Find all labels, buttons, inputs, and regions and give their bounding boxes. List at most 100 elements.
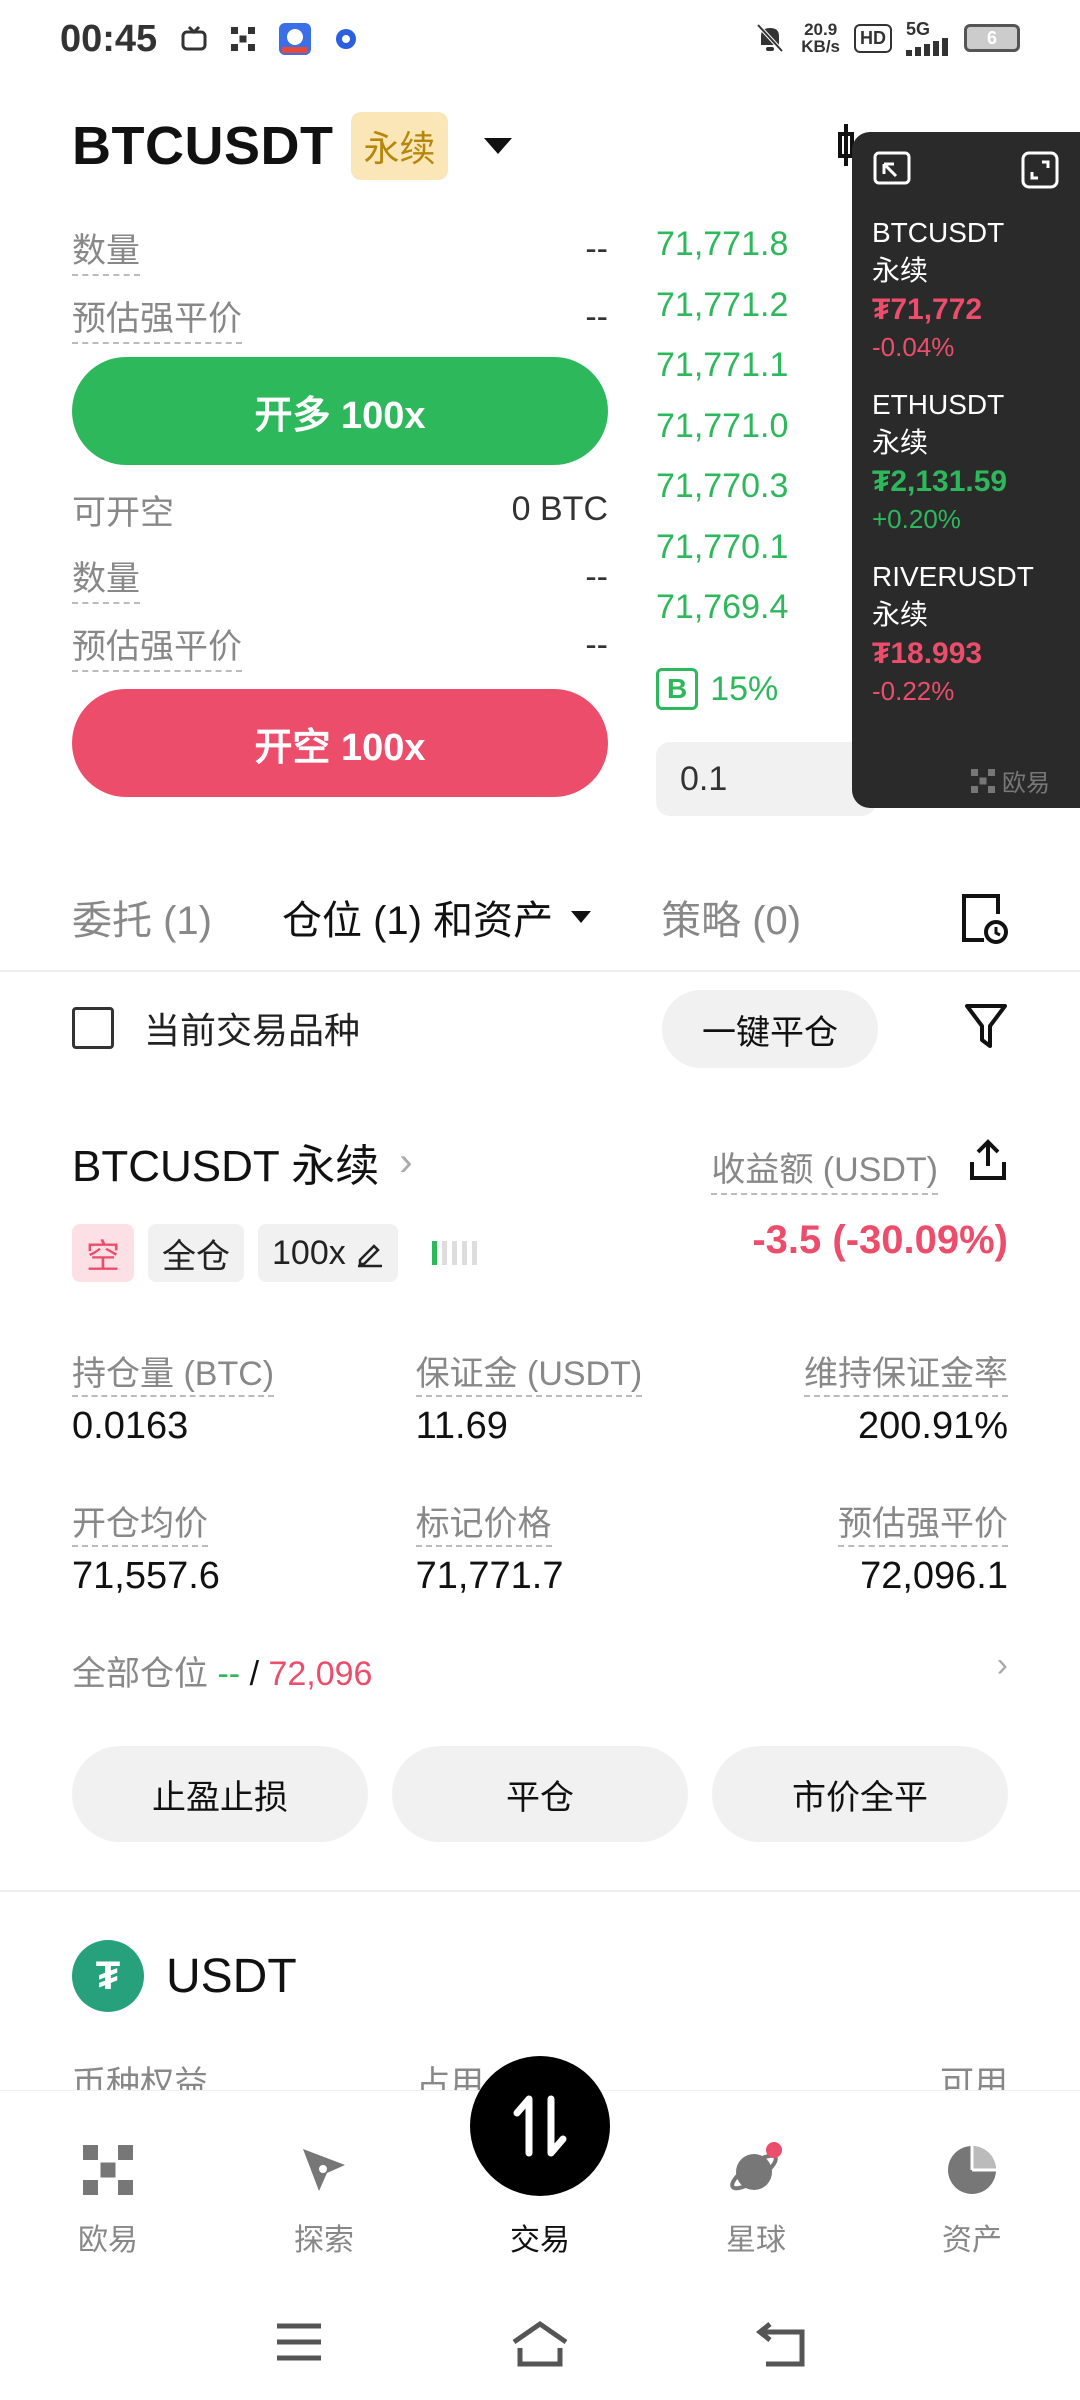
- all-positions-tpsl-row[interactable]: 全部仓位 -- / 72,096 ›: [72, 1646, 1008, 1695]
- watchlist-brand: 欧易: [970, 763, 1050, 798]
- pnl-value: -3.5 (-30.09%): [752, 1218, 1008, 1262]
- watchlist-item[interactable]: RIVERUSDT 永续 ₮18.993 -0.22%: [872, 558, 1060, 708]
- orderbook-price[interactable]: 71,771.1: [656, 346, 856, 407]
- status-system-icons: 20.9 KB/s HD 5G 6: [753, 20, 1020, 56]
- orderbook: 71,771.8 71,771.2 71,771.1 71,771.0 71,7…: [656, 225, 856, 649]
- asset-name: USDT: [166, 1949, 297, 2003]
- qty-label: 数量: [72, 551, 140, 604]
- contract-type-badge: 永续: [351, 112, 448, 180]
- tab-strategies[interactable]: 策略 (0): [661, 888, 801, 946]
- available-short-row: 可开空 0 BTC: [72, 475, 608, 543]
- adl-indicator: [431, 1241, 477, 1265]
- watchlist-item[interactable]: ETHUSDT 永续 ₮2,131.59 +0.20%: [872, 386, 1060, 536]
- qty-value: --: [585, 557, 608, 596]
- current-instrument-checkbox[interactable]: [72, 1007, 114, 1049]
- long-liq-row: 预估强平价 --: [72, 283, 608, 351]
- signal-icon: 5G: [906, 20, 950, 56]
- orderbook-price[interactable]: 71,769.4: [656, 588, 856, 649]
- margin-mode-tag[interactable]: 全仓: [148, 1224, 244, 1282]
- tab-positions[interactable]: 仓位 (1) 和资产: [282, 888, 592, 946]
- available-short-value: 0 BTC: [511, 489, 608, 528]
- divider: [0, 1890, 1080, 1892]
- trade-center-button[interactable]: [470, 2056, 610, 2196]
- tv-icon: [181, 25, 207, 51]
- orderbook-price[interactable]: 71,770.1: [656, 528, 856, 589]
- open-long-button[interactable]: 开多 100x: [72, 357, 608, 465]
- system-nav-bar: [0, 2290, 1080, 2400]
- stat-maintenance-margin-ratio: 维持保证金率 200.91%: [804, 1355, 1008, 1447]
- pair-selector[interactable]: BTCUSDT 永续: [72, 112, 512, 180]
- okx-notify-icon: [231, 27, 255, 51]
- orderbook-price[interactable]: 71,771.8: [656, 225, 856, 286]
- liq-price-value: --: [585, 625, 608, 664]
- chevron-down-icon: [483, 138, 512, 154]
- close-all-button[interactable]: 一键平仓: [662, 990, 878, 1068]
- edit-icon: [357, 1244, 382, 1268]
- tab-positions-label: 仓位 (1) 和资产: [282, 899, 554, 943]
- stat-row: 开仓均价 71,557.6 标记价格 71,771.7 预估强平价 72,096…: [72, 1496, 1008, 1598]
- close-position-button[interactable]: 平仓: [392, 1746, 688, 1842]
- pair-name: BTCUSDT: [72, 116, 334, 176]
- app-notify-icon: [279, 23, 311, 55]
- status-time: 00:45: [60, 18, 158, 60]
- positions-tabs: 委托 (1) 仓位 (1) 和资产 策略 (0): [72, 880, 1008, 954]
- liq-price-label: 预估强平价: [72, 291, 242, 344]
- side-tag: 空: [72, 1224, 134, 1282]
- exit-float-icon[interactable]: [872, 150, 912, 190]
- status-notification-icons: [180, 22, 358, 56]
- short-qty-row: 数量 --: [72, 543, 608, 611]
- orderbook-price[interactable]: 71,771.0: [656, 407, 856, 468]
- nav-planet[interactable]: 星球: [686, 2125, 826, 2259]
- swap-arrows-icon: [513, 2095, 567, 2157]
- expand-window-icon[interactable]: [1020, 150, 1060, 190]
- okx-logo-icon: [971, 768, 995, 793]
- leverage-tag[interactable]: 100x: [258, 1224, 398, 1282]
- buy-badge: B: [656, 668, 699, 710]
- usdt-logo-icon: ₮: [72, 1940, 144, 2012]
- watchlist-item[interactable]: BTCUSDT 永续 ₮71,772 -0.04%: [872, 214, 1060, 364]
- menu-icon[interactable]: [274, 2320, 324, 2364]
- asset-header: ₮ USDT: [72, 1940, 297, 2012]
- market-close-all-button[interactable]: 市价全平: [712, 1746, 1008, 1842]
- available-short-label: 可开空: [72, 493, 174, 532]
- pnl-label: 收益额 (USDT): [711, 1142, 938, 1195]
- current-instrument-label: 当前交易品种: [144, 1010, 361, 1051]
- home-icon[interactable]: [510, 2320, 570, 2368]
- filter-icon[interactable]: [964, 1002, 1008, 1050]
- buy-ratio-value: 15%: [710, 669, 779, 708]
- watchlist-toolbar: [872, 150, 1060, 190]
- order-form: 数量 -- 预估强平价 -- 开多 100x 可开空 0 BTC 数量 -- 预…: [72, 215, 608, 797]
- tab-orders[interactable]: 委托 (1): [72, 888, 212, 946]
- depth-precision-input[interactable]: 0.1: [656, 742, 876, 816]
- hd-badge: HD: [854, 23, 892, 53]
- position-stats: 持仓量 (BTC) 0.0163 保证金 (USDT) 11.69 维持保证金率…: [72, 1346, 1008, 1646]
- tp-sl-button[interactable]: 止盈止损: [72, 1746, 368, 1842]
- planet-icon: [730, 2142, 782, 2191]
- nav-explore[interactable]: 探索: [254, 2125, 394, 2259]
- status-bar: 00:45 20.9 KB/s HD 5G 6: [0, 0, 1080, 90]
- liq-price-label: 预估强平价: [72, 619, 242, 672]
- blue-dot-icon: [336, 29, 356, 49]
- stat-row: 持仓量 (BTC) 0.0163 保证金 (USDT) 11.69 维持保证金率…: [72, 1346, 1008, 1448]
- chevron-right-icon: ›: [399, 1139, 413, 1184]
- orderbook-price[interactable]: 71,770.3: [656, 467, 856, 528]
- chevron-right-icon: ›: [996, 1646, 1008, 1684]
- filter-row: 当前交易品种 一键平仓: [72, 984, 1008, 1072]
- caret-down-icon: [571, 911, 592, 923]
- nav-assets[interactable]: 资产: [902, 2125, 1042, 2259]
- stat-liq-price: 预估强平价 72,096.1: [838, 1505, 1008, 1597]
- orderbook-price[interactable]: 71,771.2: [656, 286, 856, 347]
- stat-entry-price: 开仓均价 71,557.6: [72, 1505, 220, 1597]
- mute-bell-icon: [756, 23, 784, 53]
- long-qty-row: 数量 --: [72, 215, 608, 283]
- back-icon[interactable]: [756, 2320, 808, 2368]
- order-history-icon[interactable]: [958, 892, 1008, 944]
- short-liq-row: 预估强平价 --: [72, 611, 608, 679]
- qty-value: --: [585, 229, 608, 268]
- pie-chart-icon: [948, 2146, 996, 2194]
- nav-home[interactable]: 欧易: [38, 2125, 178, 2259]
- open-short-button[interactable]: 开空 100x: [72, 689, 608, 797]
- share-icon[interactable]: [968, 1138, 1008, 1182]
- battery-icon: 6: [964, 24, 1020, 52]
- compass-icon: [303, 2149, 345, 2191]
